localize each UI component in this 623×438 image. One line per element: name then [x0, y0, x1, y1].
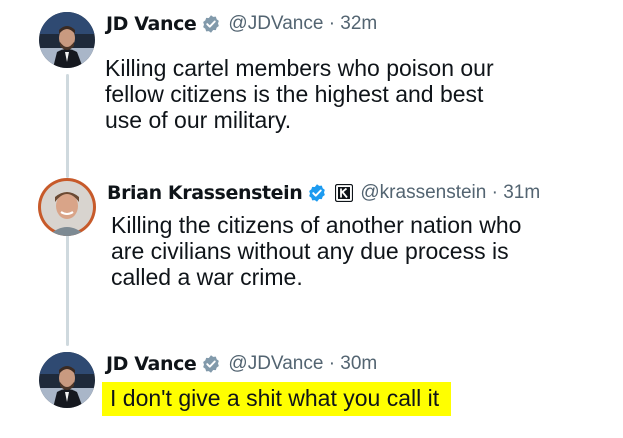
tweet-timestamp[interactable]: 30m	[340, 353, 377, 374]
tweet-text-line: are civilians without any due process is	[111, 238, 509, 264]
tweet-timestamp[interactable]: 32m	[340, 13, 377, 34]
verified-gray-badge-icon	[201, 354, 221, 374]
separator-dot: ·	[328, 13, 336, 34]
tweet-text-line: called a war crime.	[111, 264, 303, 290]
avatar-jd-vance[interactable]	[39, 352, 95, 408]
separator-dot: ·	[328, 353, 336, 374]
thread-connector-line	[66, 74, 69, 178]
tweet-text-line: Killing the citizens of another nation w…	[111, 212, 522, 238]
tweet-text-line: use of our military.	[105, 107, 292, 133]
author-name[interactable]: JD Vance	[106, 353, 197, 375]
thread-connector-line	[66, 232, 69, 346]
author-handle[interactable]: @JDVance	[228, 353, 323, 374]
avatar-jd-vance[interactable]	[39, 12, 95, 68]
person-portrait-icon	[39, 352, 95, 408]
person-portrait-icon	[38, 178, 96, 236]
k-affiliate-badge-icon[interactable]	[335, 184, 354, 202]
person-portrait-icon	[39, 12, 95, 68]
avatar-brian-krassenstein[interactable]	[38, 178, 96, 236]
tweet-text-line: I don't give a shit what you call it	[110, 385, 440, 411]
verified-blue-badge-icon	[307, 183, 327, 203]
tweet-header: JD Vance @JDVance · 30m	[106, 350, 377, 378]
author-handle[interactable]: @krassenstein	[360, 182, 486, 203]
highlighted-tweet-text: I don't give a shit what you call it	[102, 382, 452, 416]
tweet-text-line: fellow citizens is the highest and best	[105, 81, 484, 107]
tweet-timestamp[interactable]: 31m	[503, 182, 540, 203]
tweet-header: Brian Krassenstein @krassenstein · 31m	[107, 179, 540, 207]
author-handle[interactable]: @JDVance	[228, 13, 323, 34]
tweet-header: JD Vance @JDVance · 32m	[106, 10, 377, 38]
author-name[interactable]: JD Vance	[106, 13, 197, 35]
verified-gray-badge-icon	[201, 14, 221, 34]
tweet-text: Killing cartel members who poison our fe…	[105, 55, 494, 133]
tweet-text-line: Killing cartel members who poison our	[105, 55, 494, 81]
tweet-text: Killing the citizens of another nation w…	[111, 212, 521, 290]
author-name[interactable]: Brian Krassenstein	[107, 182, 303, 204]
separator-dot: ·	[491, 182, 498, 203]
